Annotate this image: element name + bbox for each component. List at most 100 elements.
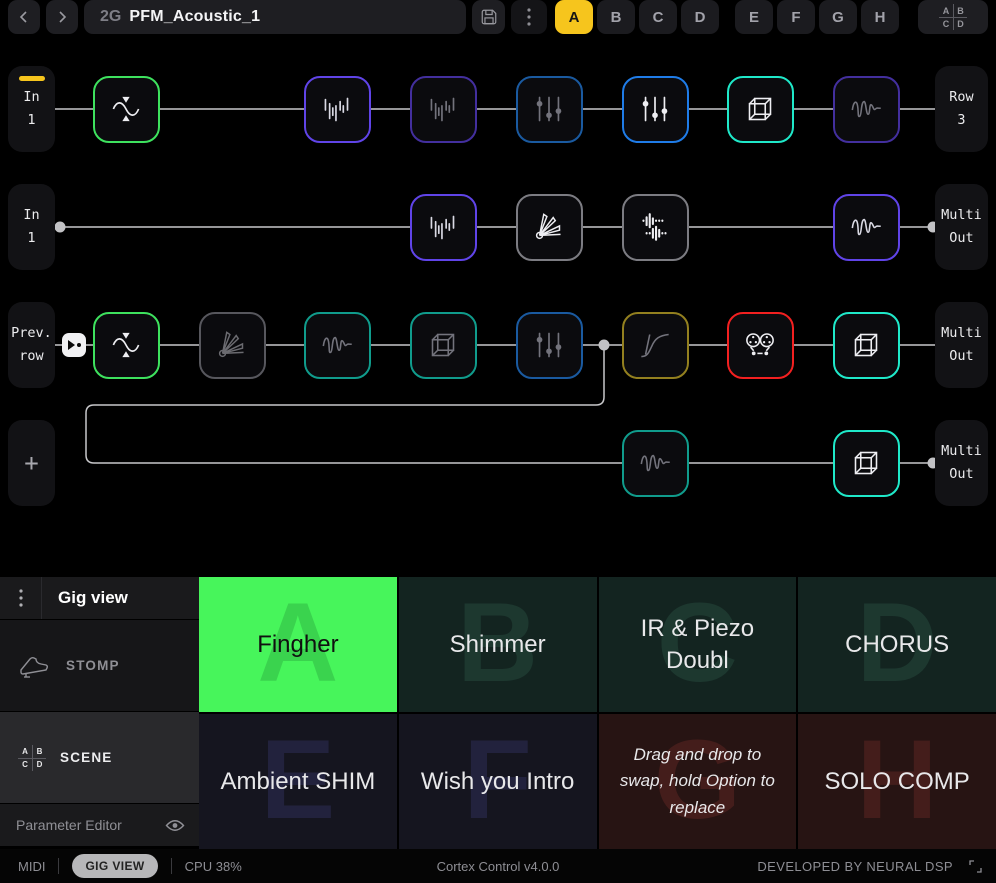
stomp-footswitch-icon	[18, 653, 52, 679]
device-gate[interactable]	[93, 312, 160, 379]
row-output-block[interactable]: MultiOut	[935, 420, 988, 506]
scene-name: Fingher	[257, 629, 338, 660]
device-mixer[interactable]	[516, 312, 583, 379]
device-mixer[interactable]	[516, 76, 583, 143]
device-looper[interactable]	[727, 312, 794, 379]
row-output-block[interactable]: MultiOut	[935, 184, 988, 270]
scene-name: SOLO COMP	[824, 766, 969, 797]
device-eq[interactable]	[304, 76, 371, 143]
device-granular[interactable]	[622, 194, 689, 261]
chevron-left-icon	[17, 10, 31, 24]
bank-letter: B	[32, 745, 46, 758]
dot-icon	[77, 343, 81, 347]
device-eq[interactable]	[410, 194, 477, 261]
device-modulation[interactable]	[622, 430, 689, 497]
cpu-usage: CPU 38%	[185, 859, 242, 874]
kebab-menu-icon	[19, 589, 23, 607]
scene-H[interactable]: HSOLO COMP	[798, 714, 996, 849]
device-spring[interactable]	[199, 312, 266, 379]
device-gate[interactable]	[93, 76, 160, 143]
device-cab[interactable]	[410, 312, 477, 379]
kebab-menu-icon	[527, 8, 531, 26]
scene-B[interactable]: BShimmer	[399, 577, 597, 712]
scene-C[interactable]: CIR & Piezo Doubl	[599, 577, 797, 712]
divider	[58, 858, 59, 874]
preset-slot-F[interactable]: F	[777, 0, 815, 34]
eye-icon	[165, 819, 185, 832]
parameter-editor-toggle[interactable]: Parameter Editor	[0, 804, 199, 846]
bank-letter: C	[939, 17, 953, 30]
scene-name: Shimmer	[450, 629, 546, 660]
scene-grid: AFingherBShimmerCIR & Piezo DoublDCHORUS…	[199, 577, 996, 849]
gig-view-toggle[interactable]: GIG VIEW	[72, 854, 157, 878]
status-bar: MIDI GIG VIEW CPU 38% Cortex Control v4.…	[0, 849, 996, 883]
row-output-block[interactable]: MultiOut	[935, 302, 988, 388]
gig-header: Gig view	[0, 577, 199, 620]
scene-D[interactable]: DCHORUS	[798, 577, 996, 712]
cortex-control-window: 2G PFM_Acoustic_1 ABCDEFGH ABCD In1Row3I…	[0, 0, 996, 883]
save-button[interactable]	[472, 0, 505, 34]
preset-title[interactable]: 2G PFM_Acoustic_1	[84, 0, 466, 34]
bank-letter: B	[953, 4, 967, 17]
scene-A[interactable]: AFingher	[199, 577, 397, 712]
scene-name: Drag and drop to swap, hold Option to re…	[617, 742, 779, 821]
preset-slot-H[interactable]: H	[861, 0, 899, 34]
scene-E[interactable]: EAmbient SHIM	[199, 714, 397, 849]
device-cab[interactable]	[833, 430, 900, 497]
scene-name: IR & Piezo Doubl	[617, 613, 779, 675]
connector-dot	[599, 340, 610, 351]
device-eq[interactable]	[410, 76, 477, 143]
scene-bank-button[interactable]: ABCD	[918, 0, 988, 34]
preset-slot-A[interactable]: A	[555, 0, 593, 34]
device-mixer[interactable]	[622, 76, 689, 143]
gig-view-panel: Gig view STOMP ABCD SCENE Parameter Edit…	[0, 577, 996, 849]
row-input-block[interactable]: Prev.row	[8, 302, 55, 388]
gig-menu-button[interactable]	[0, 577, 42, 619]
device-compressor[interactable]	[622, 312, 689, 379]
device-cab[interactable]	[727, 76, 794, 143]
connector-dot	[55, 222, 66, 233]
row-input-block[interactable]: In1	[8, 66, 55, 152]
play-triangle-icon	[68, 340, 75, 350]
sidebar-item-stomp[interactable]: STOMP	[0, 620, 199, 712]
row-input-block[interactable]: In1	[8, 184, 55, 270]
midi-label[interactable]: MIDI	[18, 859, 45, 874]
resize-window-icon[interactable]	[969, 860, 982, 873]
device-cab[interactable]	[833, 312, 900, 379]
preset-slot-C[interactable]: C	[639, 0, 677, 34]
bank-letter: D	[32, 758, 46, 771]
back-button[interactable]	[8, 0, 40, 34]
preset-slot-G[interactable]: G	[819, 0, 857, 34]
preset-slot-E[interactable]: E	[735, 0, 773, 34]
bank-letter: A	[939, 4, 953, 17]
device-spring[interactable]	[516, 194, 583, 261]
prev-row-input-badge	[62, 333, 86, 357]
scene-name: CHORUS	[845, 629, 949, 660]
stomp-label: STOMP	[66, 658, 120, 673]
device-modulation[interactable]	[304, 312, 371, 379]
scene-G[interactable]: GDrag and drop to swap, hold Option to r…	[599, 714, 797, 849]
row-output-block[interactable]: Row3	[935, 66, 988, 152]
device-reverb[interactable]	[833, 76, 900, 143]
sidebar-item-scene[interactable]: ABCD SCENE	[0, 712, 199, 804]
bank-letter: D	[953, 17, 967, 30]
credit-label: DEVELOPED BY NEURAL DSP	[757, 859, 953, 874]
scene-F[interactable]: FWish you Intro	[399, 714, 597, 849]
preset-slots: ABCDEFGH	[555, 0, 899, 34]
routing-grid: In1 Row3 In1 MultiOut Prev.row MultiOut + Multi…	[0, 35, 996, 577]
forward-button[interactable]	[46, 0, 78, 34]
scene-label: SCENE	[60, 750, 113, 765]
abcd-grid-icon: ABCD	[939, 4, 967, 30]
parameter-editor-label: Parameter Editor	[16, 817, 122, 833]
chevron-right-icon	[55, 10, 69, 24]
scene-name: Wish you Intro	[421, 766, 574, 797]
preset-slot-B[interactable]: B	[597, 0, 635, 34]
preset-slot-id: 2G	[100, 8, 121, 26]
bank-letter: A	[18, 745, 32, 758]
preset-menu-button[interactable]	[511, 0, 547, 34]
scene-abcd-icon: ABCD	[18, 745, 46, 771]
add-row-button[interactable]: +	[8, 420, 55, 506]
preset-slot-D[interactable]: D	[681, 0, 719, 34]
scene-name: Ambient SHIM	[221, 766, 376, 797]
device-reverb[interactable]	[833, 194, 900, 261]
